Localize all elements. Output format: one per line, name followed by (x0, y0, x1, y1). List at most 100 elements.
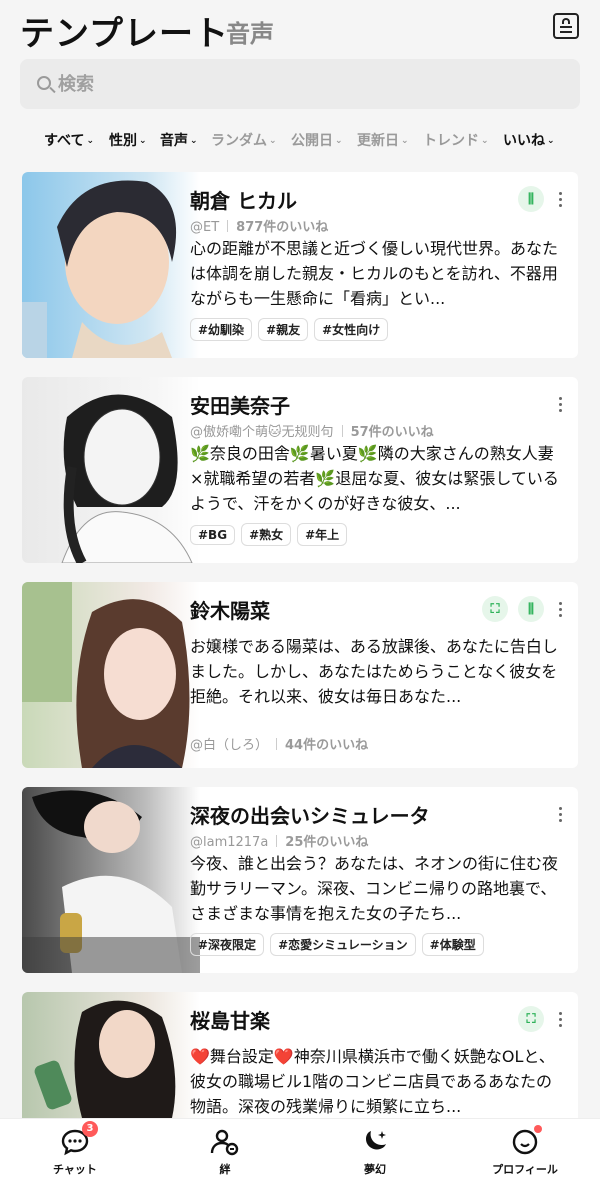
template-card[interactable]: 朝倉 ヒカル ⫼ @ET 877件のいいね 心の距離が不思議と近づく優しい現代世界… (22, 172, 578, 358)
tag[interactable]: #女性向け (314, 318, 389, 341)
filter-random[interactable]: ランダム ⌄ (211, 130, 277, 150)
expand-icon[interactable]: ⛶ (518, 1006, 544, 1032)
page-title: テンプレート (20, 14, 229, 54)
tag[interactable]: #体験型 (421, 933, 484, 956)
chevron-down-icon: ⌄ (190, 136, 198, 146)
card-tags: #BG #熟女 #年上 (190, 523, 353, 546)
more-icon[interactable] (552, 1006, 568, 1032)
card-tags: #深夜限定 #恋愛シミュレーション #体験型 (190, 933, 490, 956)
character-thumbnail (22, 582, 200, 768)
card-description: 心の距離が不思議と近づく優しい現代世界。あなたは体調を崩した親友・ヒカルのもとを… (190, 239, 559, 308)
tag[interactable]: #深夜限定 (190, 933, 265, 956)
search-bar[interactable] (20, 59, 580, 109)
more-icon[interactable] (552, 391, 568, 417)
card-actions (544, 391, 568, 417)
chevron-down-icon: ⌄ (481, 136, 489, 146)
filter-all[interactable]: すべて ⌄ (44, 130, 94, 150)
template-card[interactable]: 安田美奈子 @傲娇嘞个萌🐱无规则句 57件のいいね 🌿奈良の田舎🌿暑い夏🌿隣の大家… (22, 377, 578, 563)
filter-trend[interactable]: トレンド ⌄ (423, 130, 489, 150)
header: テンプレート 音声 (0, 0, 600, 56)
card-author[interactable]: @白（しろ） (190, 738, 268, 753)
card-name: 安田美奈子 (190, 394, 290, 418)
more-icon[interactable] (552, 186, 568, 212)
tag[interactable]: #親友 (258, 318, 309, 341)
card-likes: 877件のいいね (236, 220, 329, 235)
filter-gender[interactable]: 性別 ⌄ (109, 130, 147, 150)
nav-label: 夢幻 (364, 1163, 386, 1176)
card-likes: 25件のいいね (285, 835, 369, 850)
card-name: 桜島甘楽 (190, 1009, 270, 1033)
card-author[interactable]: @lam1217a (190, 835, 268, 850)
filter-label: いいね (503, 133, 545, 149)
page-subtitle[interactable]: 音声 (226, 14, 274, 49)
profile-icon (510, 1125, 542, 1157)
filter-label: 音声 (160, 133, 188, 149)
bottom-nav: 3 チャット 絆 夢幻 プロフィール (0, 1118, 600, 1185)
chevron-down-icon: ⌄ (139, 136, 147, 146)
card-name: 朝倉 ヒカル (190, 189, 297, 213)
more-icon[interactable] (552, 801, 568, 827)
tag[interactable]: #年上 (297, 523, 348, 546)
card-likes: 44件のいいね (285, 738, 369, 753)
tag[interactable]: #幼馴染 (190, 318, 253, 341)
card-description: 🌿奈良の田舎🌿暑い夏🌿隣の大家さんの熟女人妻×就職希望の若者🌿退屈な夏、彼女は緊… (190, 444, 559, 513)
character-thumbnail (22, 172, 200, 358)
tag[interactable]: #恋愛シミュレーション (270, 933, 416, 956)
template-card[interactable]: 深夜の出会いシミュレータ @lam1217a 25件のいいね 今夜、誰と出会う？あ… (22, 787, 578, 973)
character-thumbnail (22, 377, 200, 563)
chevron-down-icon: ⌄ (86, 136, 95, 146)
divider (276, 835, 278, 847)
unread-badge: 3 (82, 1121, 98, 1137)
nav-label: プロフィール (492, 1163, 558, 1176)
expand-icon[interactable]: ⛶ (482, 596, 508, 622)
filter-voice[interactable]: 音声 ⌄ (160, 130, 198, 150)
template-card[interactable]: 鈴木陽菜 ⛶ ⫼ お嬢様である陽菜は、ある放課後、あなたに告白しました。しかし、… (22, 582, 578, 768)
card-description: お嬢様である陽菜は、ある放課後、あなたに告白しました。しかし、あなたはためらうこ… (190, 637, 558, 706)
card-meta: @白（しろ） 44件のいいね (190, 734, 368, 753)
nav-profile[interactable]: プロフィール (470, 1125, 580, 1177)
card-description: ❤️舞台設定❤️神奈川県横浜市で働く妖艶なOLと、彼女の職場ビル1階のコンビニ店… (190, 1047, 555, 1116)
divider (341, 425, 343, 437)
filter-label: 公開日 (291, 133, 333, 149)
filter-label: 更新日 (357, 133, 399, 149)
chat-bubble-icon: 3 (60, 1121, 98, 1157)
template-card[interactable]: 桜島甘楽 ⛶ ❤️舞台設定❤️神奈川県横浜市で働く妖艶なOLと、彼女の職場ビル1… (22, 992, 578, 1118)
filter-label: トレンド (423, 133, 479, 149)
filter-label: すべて (44, 133, 85, 149)
voice-icon[interactable]: ⫼ (518, 186, 544, 212)
card-author[interactable]: @ET (190, 220, 219, 235)
filter-published[interactable]: 公開日 ⌄ (291, 130, 343, 150)
template-book-icon[interactable] (553, 13, 579, 39)
chevron-down-icon: ⌄ (401, 136, 409, 146)
tag[interactable]: #BG (190, 525, 236, 545)
card-actions (544, 801, 568, 827)
search-icon (37, 76, 51, 90)
notification-dot (534, 1125, 542, 1133)
card-likes: 57件のいいね (350, 425, 434, 440)
card-description: 今夜、誰と出会う？あなたは、ネオンの街に住む夜勤サラリーマン。深夜、コンビニ帰り… (190, 854, 559, 923)
moon-star-icon (360, 1127, 390, 1157)
nav-dream[interactable]: 夢幻 (320, 1127, 430, 1177)
nav-label: チャット (53, 1163, 97, 1176)
filter-updated[interactable]: 更新日 ⌄ (357, 130, 409, 150)
filter-bar: すべて ⌄ 性別 ⌄ 音声 ⌄ ランダム ⌄ 公開日 ⌄ 更新日 ⌄ トレンド ⌄ いいね ⌄ (0, 130, 600, 154)
card-name: 深夜の出会いシミュレータ (190, 804, 430, 828)
search-input[interactable] (58, 71, 558, 97)
divider (227, 220, 229, 232)
chevron-down-icon: ⌄ (547, 136, 555, 146)
card-author[interactable]: @傲娇嘞个萌🐱无规则句 (190, 425, 334, 440)
character-thumbnail (22, 992, 200, 1118)
more-icon[interactable] (552, 596, 568, 622)
nav-label: 絆 (219, 1163, 231, 1176)
filter-likes[interactable]: いいね ⌄ (503, 130, 555, 150)
nav-chat[interactable]: 3 チャット (20, 1121, 130, 1177)
tag[interactable]: #熟女 (241, 523, 292, 546)
card-meta: @傲娇嘞个萌🐱无规则句 57件のいいね (190, 421, 434, 440)
voice-icon[interactable]: ⫼ (518, 596, 544, 622)
card-actions: ⛶ ⫼ (472, 596, 568, 622)
card-meta: @ET 877件のいいね (190, 216, 328, 235)
chevron-down-icon: ⌄ (269, 136, 277, 146)
divider (276, 738, 278, 750)
card-tags: #幼馴染 #親友 #女性向け (190, 318, 394, 341)
nav-bond[interactable]: 絆 (170, 1127, 280, 1177)
